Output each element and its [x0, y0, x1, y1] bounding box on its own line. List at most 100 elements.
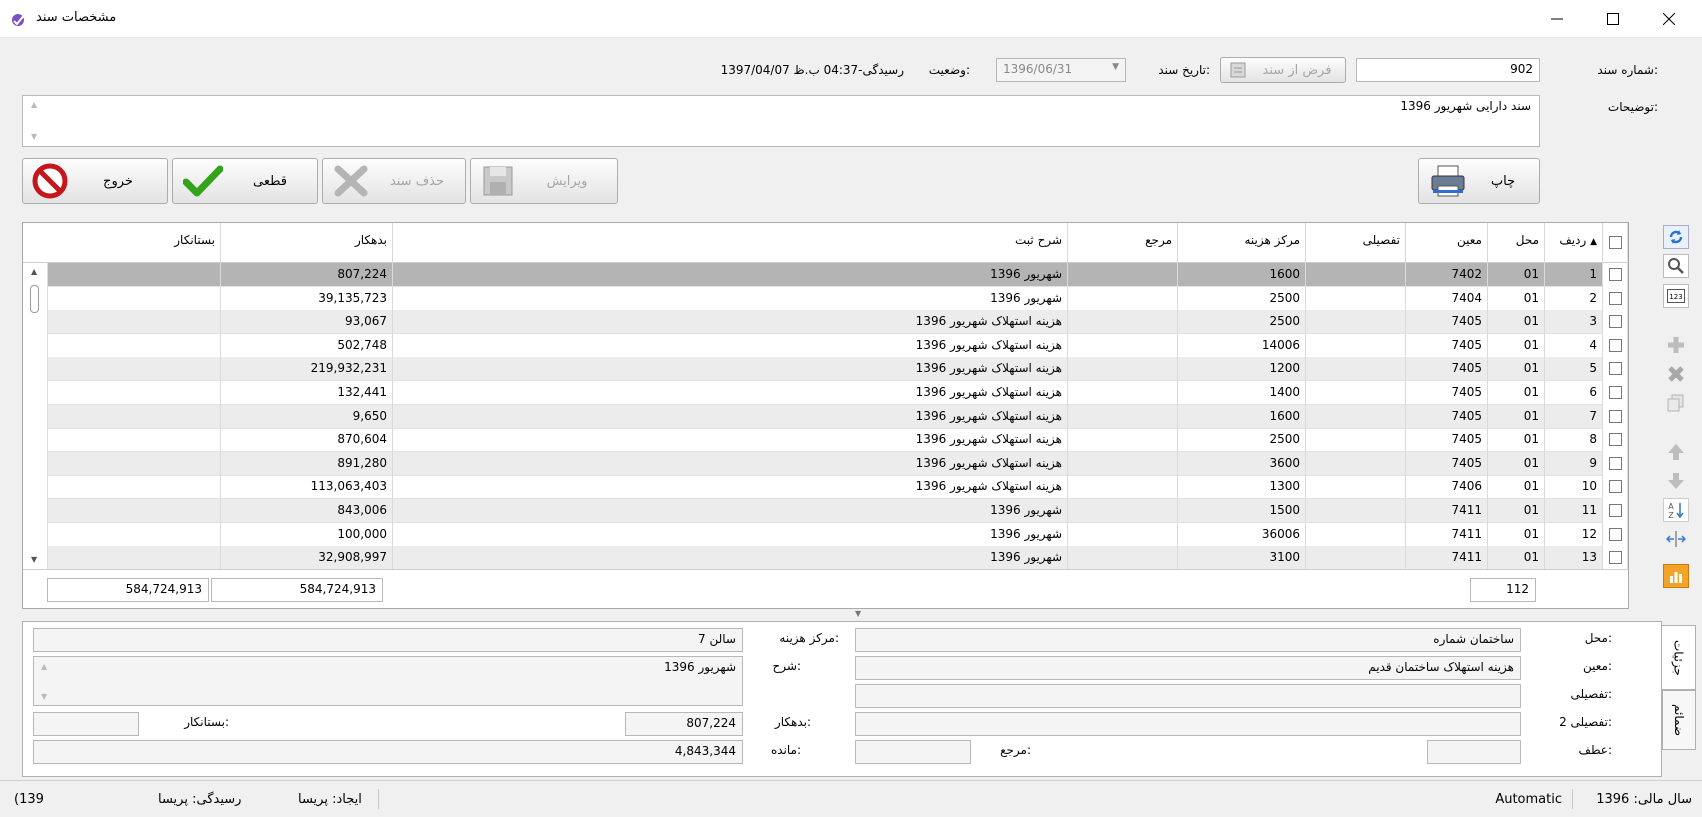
edit-label: ویرایش	[546, 173, 588, 189]
detail-credit-field[interactable]	[33, 712, 139, 736]
detail-atf-field[interactable]	[1427, 740, 1521, 764]
close-button[interactable]	[1646, 0, 1692, 38]
detail-cost-center-field[interactable]: سالن 7	[33, 628, 743, 652]
table-row[interactable]: 11 01 7411 1500 شهریور 1396 843,006	[23, 499, 1628, 523]
chart-button[interactable]	[1663, 564, 1689, 588]
move-up-button[interactable]	[1663, 440, 1689, 464]
cell-reference	[1068, 404, 1178, 429]
cell-credit	[46, 546, 221, 571]
table-row[interactable]: 8 01 7405 2500 هزینه استهلاک شهریور 1396 870,…	[23, 428, 1628, 453]
detail-description-field[interactable]: شهریور 1396	[33, 656, 743, 706]
table-row[interactable]: 10 01 7406 1300 هزینه استهلاک شهریور 1396 113…	[23, 475, 1628, 500]
row-select-cell	[1603, 404, 1628, 429]
tab-details[interactable]: جزئیات	[1662, 625, 1696, 690]
row-checkbox[interactable]	[1609, 315, 1622, 329]
detail-location-field[interactable]: ساختمان شماره	[855, 628, 1521, 652]
table-row[interactable]: 12 01 7411 36006 شهریور 1396 100,000	[23, 522, 1628, 547]
table-row[interactable]: 3 01 7405 2500 هزینه استهلاک شهریور 1396 93,0…	[23, 310, 1628, 335]
mode-status: Automatic	[1495, 792, 1562, 807]
delete-row-button[interactable]	[1663, 362, 1689, 386]
detail-credit-label: بستانکار:	[184, 715, 229, 729]
edit-button[interactable]: ویرایش	[470, 158, 618, 204]
table-row[interactable]: 2 01 7404 2500 شهریور 1396 39,135,723	[23, 286, 1628, 311]
cell-tafsili	[1306, 475, 1406, 500]
cell-debit: 39,135,723	[221, 286, 393, 311]
cell-moein: 7411	[1406, 522, 1488, 547]
row-checkbox[interactable]	[1609, 291, 1622, 305]
table-row[interactable]: 5 01 7405 1200 هزینه استهلاک شهریور 1396 219,…	[23, 357, 1628, 382]
cell-reference	[1068, 357, 1178, 382]
cell-tafsili	[1306, 310, 1406, 335]
move-down-button[interactable]	[1663, 469, 1689, 493]
cell-credit	[46, 451, 221, 476]
row-checkbox[interactable]	[1609, 268, 1622, 281]
numbering-button[interactable]: 123	[1663, 284, 1689, 308]
finalize-button[interactable]: قطعی	[172, 158, 318, 204]
cell-reference	[1068, 546, 1178, 571]
table-row[interactable]: 7 01 7405 1600 هزینه استهلاک شهریور 1396 9,65…	[23, 404, 1628, 429]
table-row[interactable]: 13 01 7411 3100 شهریور 1396 32,908,997	[23, 546, 1628, 571]
row-select-cell	[1603, 428, 1628, 453]
tab-attachments[interactable]: ضمائم	[1662, 690, 1696, 750]
table-row[interactable]: 6 01 7405 1400 هزینه استهلاک شهریور 1396 132,…	[23, 381, 1628, 405]
cell-description: هزینه استهلاک شهریور 1396	[393, 404, 1068, 429]
arrow-up-icon	[1668, 444, 1684, 460]
table-row[interactable]: 9 01 7405 3600 هزینه استهلاک شهریور 1396 891,…	[23, 451, 1628, 476]
maximize-button[interactable]	[1590, 0, 1636, 38]
scroll-up-icon[interactable]: ▲	[31, 267, 37, 276]
row-checkbox[interactable]	[1609, 409, 1622, 423]
row-checkbox[interactable]	[1609, 386, 1622, 399]
detail-reference-field[interactable]	[855, 740, 971, 764]
table-row[interactable]: 4 01 7405 14006 هزینه استهلاک شهریور 1396 502…	[23, 333, 1628, 358]
row-checkbox[interactable]	[1609, 551, 1622, 565]
detail-debit-field[interactable]: 807,224	[625, 712, 743, 736]
row-checkbox[interactable]	[1609, 456, 1622, 470]
cell-debit: 219,932,231	[221, 357, 393, 382]
detail-moein-field[interactable]: هزینه استهلاک ساختمان قدیم	[855, 656, 1521, 680]
add-row-button[interactable]	[1663, 333, 1689, 357]
refresh-button[interactable]	[1663, 225, 1689, 249]
cell-row: 7	[1545, 404, 1603, 429]
detail-tafsili2-field[interactable]	[855, 712, 1521, 736]
cell-description: شهریور 1396	[393, 546, 1068, 571]
fiscal-year-status: سال مالی: 1396	[1596, 792, 1692, 807]
row-checkbox[interactable]	[1609, 338, 1622, 352]
assume-from-doc-button[interactable]: فرض از سند	[1220, 57, 1346, 83]
search-button[interactable]	[1663, 254, 1689, 278]
cell-moein: 7402	[1406, 263, 1488, 287]
sort-button[interactable]: AZ	[1663, 498, 1689, 522]
detail-tafsili-field[interactable]	[855, 684, 1521, 708]
cell-row: 12	[1545, 522, 1603, 547]
cell-moein: 7405	[1406, 310, 1488, 335]
detail-balance-field[interactable]: 4,843,344	[33, 740, 743, 764]
scroll-thumb[interactable]	[30, 285, 39, 313]
row-checkbox[interactable]	[1609, 527, 1622, 541]
cell-debit: 9,650	[221, 404, 393, 429]
finalize-label: قطعی	[253, 173, 287, 189]
description-field[interactable]: سند دارایی شهریور 1396	[22, 95, 1540, 147]
print-button[interactable]: چاپ	[1418, 158, 1540, 204]
cell-credit	[46, 428, 221, 453]
cell-location: 01	[1488, 357, 1545, 382]
row-checkbox[interactable]	[1609, 362, 1622, 376]
select-all-checkbox[interactable]	[1609, 236, 1622, 249]
scroll-down-icon[interactable]: ▼	[31, 555, 37, 564]
row-select-cell	[1603, 451, 1628, 476]
cell-reference	[1068, 263, 1178, 287]
print-label: چاپ	[1490, 173, 1516, 189]
minimize-button[interactable]	[1534, 0, 1580, 38]
row-checkbox[interactable]	[1609, 504, 1622, 517]
row-checkbox[interactable]	[1609, 433, 1622, 447]
delete-document-button[interactable]: حذف سند	[322, 158, 466, 204]
row-checkbox[interactable]	[1609, 480, 1622, 494]
table-row[interactable]: 1 01 7402 1600 شهریور 1396 807,224	[23, 263, 1628, 287]
resize-columns-button[interactable]	[1663, 527, 1689, 551]
vertical-scrollbar[interactable]: ▲ ▼	[23, 263, 48, 569]
exit-button[interactable]: خروج	[22, 158, 168, 204]
doc-date-select[interactable]: 1396/06/31 ▼	[996, 58, 1126, 82]
copy-row-button[interactable]	[1663, 391, 1689, 415]
cell-location: 01	[1488, 475, 1545, 500]
splitter-chevron-icon[interactable]: ▼	[855, 609, 861, 618]
doc-number-field[interactable]: 902	[1356, 58, 1540, 82]
cell-credit	[46, 286, 221, 311]
